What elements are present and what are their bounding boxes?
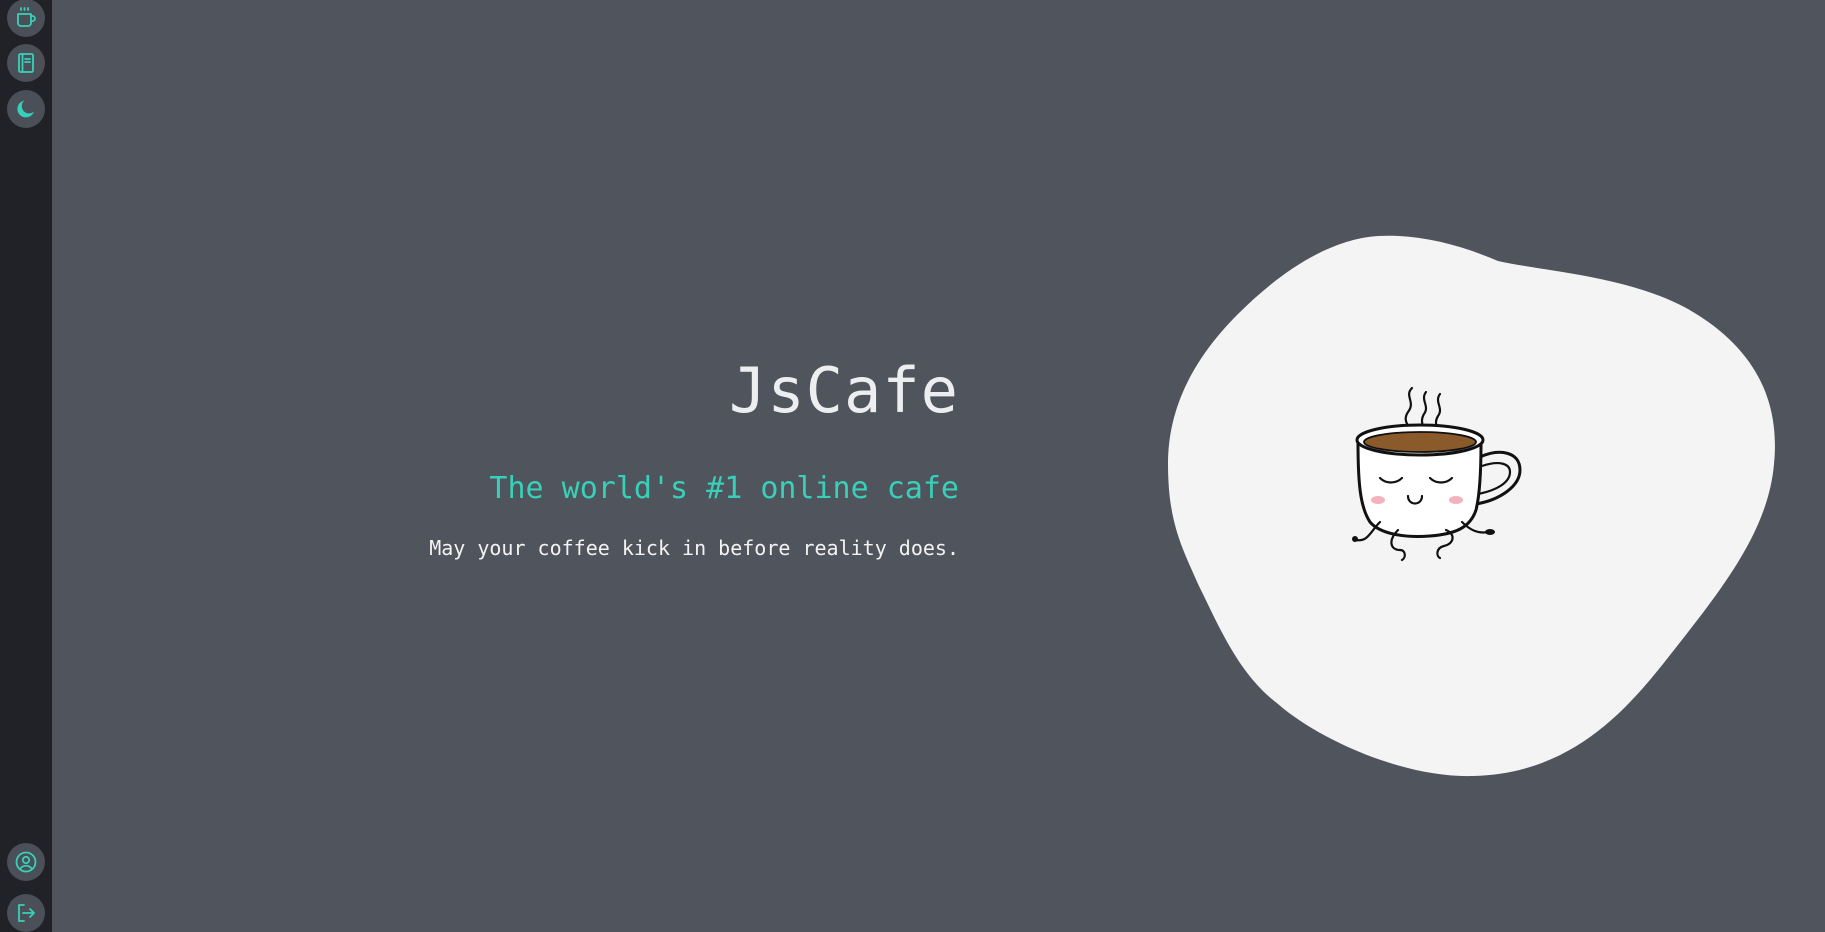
app-root: JsCafe The world's #1 online cafe May yo… <box>0 0 1825 932</box>
page-subtitle: The world's #1 online cafe <box>489 471 959 506</box>
nav-theme-toggle-button[interactable] <box>7 90 45 128</box>
logout-icon <box>18 904 35 922</box>
hero-text: JsCafe The world's #1 online cafe May yo… <box>259 354 959 560</box>
nav-logout-button[interactable] <box>7 894 45 932</box>
coffee-cup-icon <box>17 7 36 27</box>
dark-mode-moon-icon <box>17 100 34 118</box>
page-tagline: May your coffee kick in before reality d… <box>429 536 959 560</box>
nav-profile-button[interactable] <box>7 843 45 881</box>
nav-menu-button[interactable] <box>7 44 45 82</box>
nav-cafe-button[interactable] <box>7 0 45 37</box>
user-profile-icon <box>15 851 37 873</box>
page-title: JsCafe <box>729 354 959 427</box>
steam <box>1404 386 1442 430</box>
menu-book-icon <box>18 53 34 73</box>
sidebar <box>0 0 52 932</box>
happy-coffee-cup-illustration <box>1352 386 1522 562</box>
